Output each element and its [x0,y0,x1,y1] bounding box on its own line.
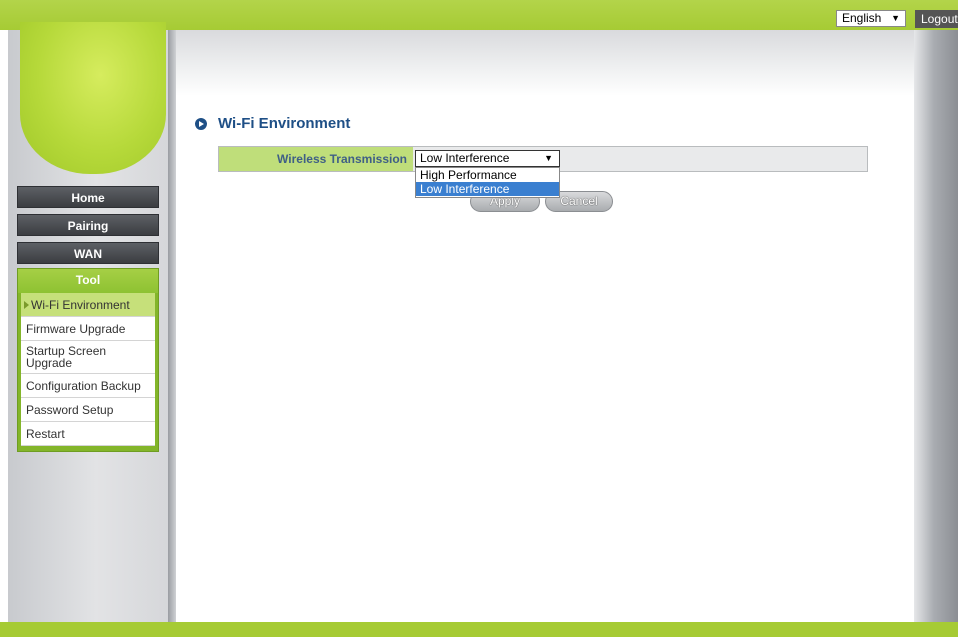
right-edge [914,30,958,622]
nav-pairing[interactable]: Pairing [17,214,159,236]
tool-menu: Tool Wi-Fi Environment Firmware Upgrade … [17,268,159,452]
language-select[interactable]: English ▼ [836,10,906,27]
brand-logo-shape [20,22,166,174]
option-low-interference[interactable]: Low Interference [416,182,559,196]
arrow-circle-icon [195,118,207,130]
wireless-transmission-value: Low Interference [420,151,510,165]
nav-tool[interactable]: Tool [18,269,158,293]
chevron-down-icon: ▼ [891,13,900,23]
tool-submenu: Wi-Fi Environment Firmware Upgrade Start… [21,293,155,446]
option-high-performance[interactable]: High Performance [416,168,559,182]
submenu-configuration-backup[interactable]: Configuration Backup [21,374,155,398]
submenu-password-setup[interactable]: Password Setup [21,398,155,422]
language-value: English [842,11,882,25]
nav-home[interactable]: Home [17,186,159,208]
submenu-wifi-environment[interactable]: Wi-Fi Environment [21,293,155,317]
wireless-transmission-label: Wireless Transmission [219,147,413,171]
logout-button[interactable]: Logout [915,10,958,28]
chevron-down-icon: ▼ [544,153,553,163]
submenu-startup-screen-upgrade[interactable]: Startup Screen Upgrade [21,341,155,374]
header-band [176,30,914,96]
bottom-bar [0,622,958,637]
nav-wan[interactable]: WAN [17,242,159,264]
panel-divider [168,30,176,622]
submenu-firmware-upgrade[interactable]: Firmware Upgrade [21,317,155,341]
page-title: Wi-Fi Environment [218,115,351,132]
submenu-restart[interactable]: Restart [21,422,155,446]
wireless-transmission-dropdown: High Performance Low Interference [415,167,560,198]
wireless-transmission-select[interactable]: Low Interference ▼ [415,150,560,167]
